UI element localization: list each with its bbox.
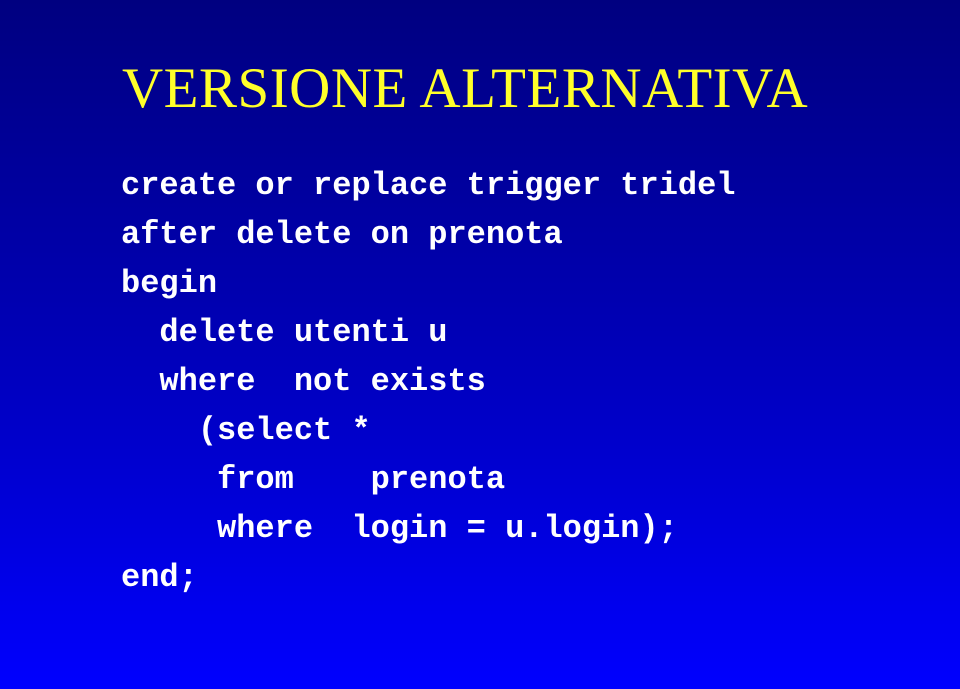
code-line: end;: [121, 559, 198, 596]
code-block: create or replace trigger tridel after d…: [121, 161, 921, 602]
page-title: VERSIONE ALTERNATIVA: [122, 57, 809, 120]
code-line: after delete on prenota: [121, 216, 563, 253]
code-line: where login = u.login);: [121, 510, 678, 547]
code-line: where not exists: [121, 363, 486, 400]
code-line: (select *: [121, 412, 371, 449]
presentation-slide: VERSIONE ALTERNATIVA create or replace t…: [0, 0, 960, 689]
code-line: begin: [121, 265, 218, 302]
code-line: from prenota: [121, 461, 506, 498]
code-line: delete utenti u: [121, 314, 448, 351]
code-line: create or replace trigger tridel: [121, 167, 736, 204]
